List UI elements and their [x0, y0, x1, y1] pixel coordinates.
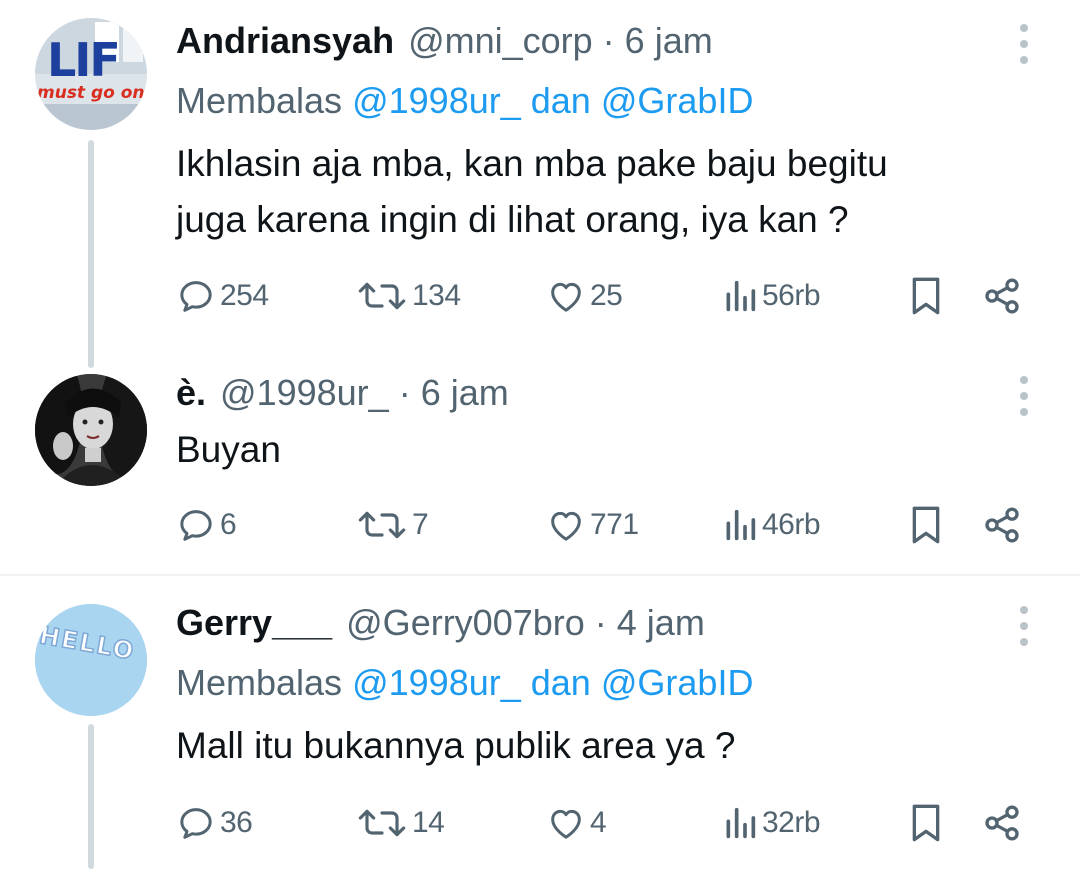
retweet-button[interactable]: 7 — [356, 503, 429, 547]
share-button[interactable] — [982, 503, 1022, 547]
tweet-text: Buyan — [176, 422, 281, 478]
separator: · — [594, 602, 607, 643]
bookmark-button[interactable] — [906, 801, 946, 845]
tweet-text: Ikhlasin aja mba, kan mba pake baju begi… — [176, 136, 888, 248]
action-bar: 36 14 4 32rb — [176, 801, 1036, 845]
avatar-lettering: must go on! — [37, 83, 147, 103]
avatar-lettering: LIF — [47, 33, 119, 87]
like-button[interactable]: 771 — [546, 503, 639, 547]
share-icon — [985, 507, 1019, 543]
bookmark-icon — [912, 506, 940, 544]
views-button[interactable]: 56rb — [722, 274, 821, 318]
action-bar: 254 134 25 56rb — [176, 274, 1036, 318]
separator: · — [602, 20, 615, 61]
reply-button[interactable]: 6 — [176, 503, 237, 547]
like-icon — [551, 282, 581, 312]
retweet-icon — [358, 809, 406, 837]
retweet-button[interactable]: 14 — [356, 801, 445, 845]
tweet-text-line: juga karena ingin di lihat orang, iya ka… — [176, 199, 849, 240]
tweet-header: Andriansyah @mni_corp · 6 jam — [176, 20, 713, 64]
user-handle[interactable]: @Gerry007bro — [346, 602, 585, 644]
more-icon[interactable] — [1016, 606, 1032, 646]
more-icon[interactable] — [1016, 24, 1032, 64]
bookmark-icon — [912, 804, 940, 842]
thread-line — [88, 724, 94, 869]
reply-prefix: Membalas — [176, 662, 343, 703]
tweet-divider — [0, 574, 1080, 576]
reply-prefix: Membalas — [176, 80, 343, 121]
timestamp[interactable]: 4 jam — [617, 602, 705, 644]
like-count: 25 — [590, 279, 623, 312]
like-count: 4 — [590, 806, 607, 839]
views-button[interactable]: 32rb — [722, 801, 821, 845]
share-button[interactable] — [982, 274, 1022, 318]
retweet-button[interactable]: 134 — [356, 274, 461, 318]
retweet-icon — [358, 282, 406, 310]
mention-link[interactable]: @1998ur_ — [352, 662, 521, 703]
action-bar: 6 7 771 46rb — [176, 503, 1036, 547]
separator: · — [398, 372, 411, 413]
display-name[interactable]: Gerry___ — [176, 602, 332, 644]
more-icon[interactable] — [1016, 376, 1032, 416]
like-count: 771 — [590, 508, 639, 541]
timestamp[interactable]: 6 jam — [421, 372, 509, 414]
tweet-text-line: Mall itu bukannya publik area ya ? — [176, 725, 736, 766]
reply-button[interactable]: 36 — [176, 801, 253, 845]
like-icon — [551, 511, 581, 541]
user-handle[interactable]: @mni_corp — [408, 20, 593, 62]
views-icon — [726, 807, 756, 839]
reply-joiner[interactable]: dan — [531, 662, 591, 703]
views-icon — [726, 280, 756, 312]
tweet-text: Mall itu bukannya publik area ya ? — [176, 718, 735, 774]
like-button[interactable]: 25 — [546, 274, 623, 318]
replying-to: Membalas @1998ur_ dan @GrabID — [176, 80, 753, 122]
share-button[interactable] — [982, 801, 1022, 845]
avatar[interactable]: HELLO — [35, 604, 147, 716]
reply-count: 6 — [220, 508, 237, 541]
reply-joiner[interactable]: dan — [531, 80, 591, 121]
share-icon — [985, 805, 1019, 841]
like-button[interactable]: 4 — [546, 801, 607, 845]
bookmark-button[interactable] — [906, 503, 946, 547]
views-count: 32rb — [762, 806, 821, 839]
bookmark-icon — [912, 277, 940, 315]
reply-icon — [180, 808, 212, 839]
tweet-text-line: Ikhlasin aja mba, kan mba pake baju begi… — [176, 143, 888, 184]
share-icon — [985, 278, 1019, 314]
views-count: 56rb — [762, 279, 821, 312]
tweet-text-line: Buyan — [176, 429, 281, 470]
reply-count: 36 — [220, 806, 253, 839]
retweet-count: 134 — [412, 279, 461, 312]
replying-to: Membalas @1998ur_ dan @GrabID — [176, 662, 753, 704]
display-name[interactable]: Andriansyah — [176, 20, 394, 62]
avatar[interactable] — [35, 374, 147, 486]
views-count: 46rb — [762, 508, 821, 541]
reply-icon — [180, 281, 212, 312]
retweet-count: 14 — [412, 806, 445, 839]
retweet-icon — [358, 511, 406, 539]
mention-link[interactable]: @1998ur_ — [352, 80, 521, 121]
like-icon — [551, 809, 581, 839]
display-name[interactable]: è. — [176, 372, 206, 414]
bookmark-button[interactable] — [906, 274, 946, 318]
retweet-count: 7 — [412, 508, 429, 541]
views-icon — [726, 509, 756, 541]
timestamp[interactable]: 6 jam — [625, 20, 713, 62]
thread-line — [88, 140, 94, 368]
reply-icon — [180, 510, 212, 541]
reply-button[interactable]: 254 — [176, 274, 269, 318]
user-handle[interactable]: @1998ur_ — [220, 372, 389, 414]
avatar[interactable]: LIF must go on! — [35, 18, 147, 130]
tweet-header: è. @1998ur_ · 6 jam — [176, 372, 509, 416]
reply-count: 254 — [220, 279, 269, 312]
mention-link[interactable]: @GrabID — [601, 80, 754, 121]
mention-link[interactable]: @GrabID — [601, 662, 754, 703]
tweet-header: Gerry___ @Gerry007bro · 4 jam — [176, 602, 705, 646]
views-button[interactable]: 46rb — [722, 503, 821, 547]
